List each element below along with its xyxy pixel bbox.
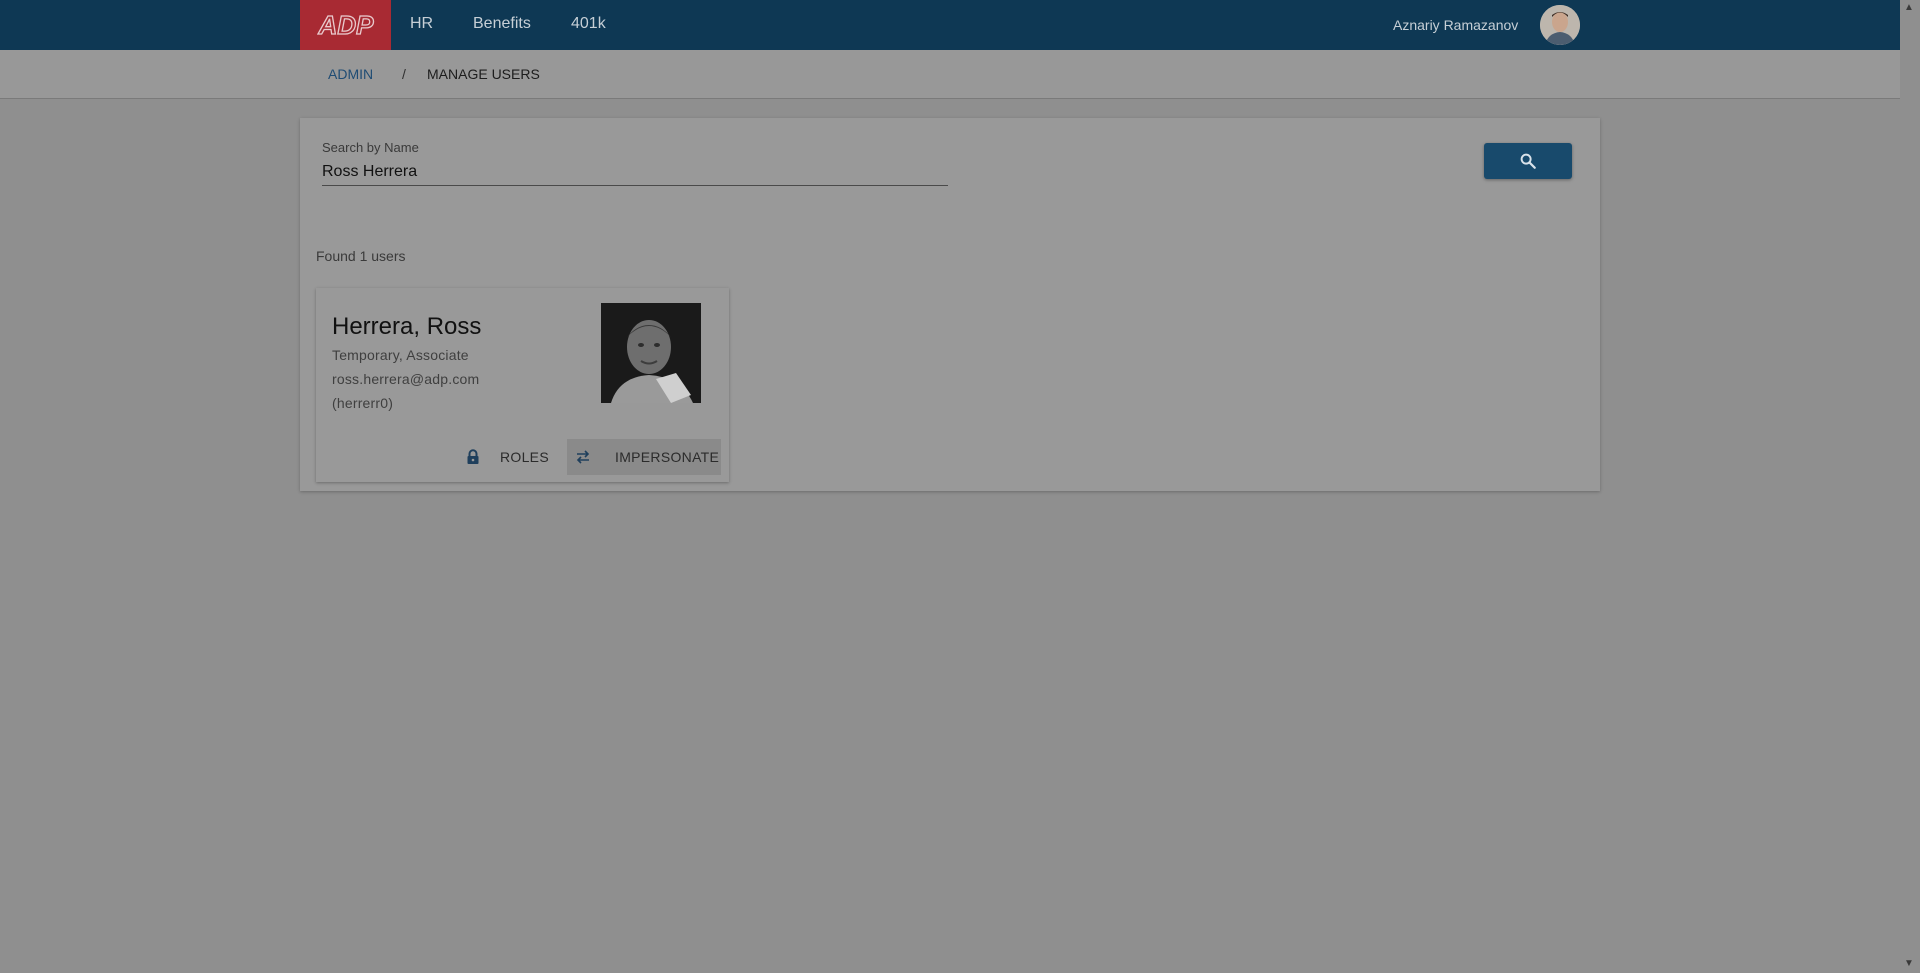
search-input[interactable]: [322, 159, 948, 186]
roles-button-label: ROLES: [500, 449, 549, 465]
user-card-user-id: (herrerr0): [332, 395, 394, 411]
user-avatar-icon: [1540, 5, 1580, 45]
user-avatar[interactable]: [1540, 5, 1580, 45]
svg-text:ADP: ADP: [317, 10, 374, 40]
lock-icon: [467, 449, 479, 464]
impersonate-button[interactable]: IMPERSONATE: [567, 439, 721, 475]
adp-logo-icon: ADP: [317, 10, 375, 40]
breadcrumb-bar: [0, 50, 1900, 99]
user-card-name: Herrera, Ross: [332, 313, 482, 340]
nav-item-benefits[interactable]: Benefits: [473, 0, 531, 50]
search-icon: [1520, 153, 1536, 169]
swap-arrows-icon: [576, 450, 590, 464]
vertical-scrollbar[interactable]: [1900, 0, 1920, 973]
breadcrumb-current-page: MANAGE USERS: [427, 66, 540, 82]
nav-item-hr[interactable]: HR: [410, 0, 433, 50]
current-user-name[interactable]: Aznariy Ramazanov: [1393, 0, 1518, 50]
breadcrumb-admin-link[interactable]: ADMIN: [328, 50, 373, 98]
top-navigation-bar: [0, 0, 1900, 50]
search-label: Search by Name: [322, 140, 419, 155]
scroll-down-arrow-icon[interactable]: ▼: [1904, 958, 1914, 970]
user-photo-image: [601, 303, 701, 403]
user-card-photo: [601, 303, 701, 403]
search-button[interactable]: [1484, 143, 1572, 179]
roles-button[interactable]: ROLES: [458, 439, 554, 475]
scroll-up-arrow-icon[interactable]: ▲: [1904, 2, 1914, 14]
nav-item-401k[interactable]: 401k: [571, 0, 606, 50]
impersonate-button-label: IMPERSONATE: [615, 449, 720, 465]
adp-logo[interactable]: ADP: [300, 0, 391, 50]
results-summary: Found 1 users: [316, 248, 406, 264]
user-card-email: ross.herrera@adp.com: [332, 371, 480, 387]
breadcrumb-separator: /: [402, 66, 406, 82]
user-card-position: Temporary, Associate: [332, 347, 469, 363]
